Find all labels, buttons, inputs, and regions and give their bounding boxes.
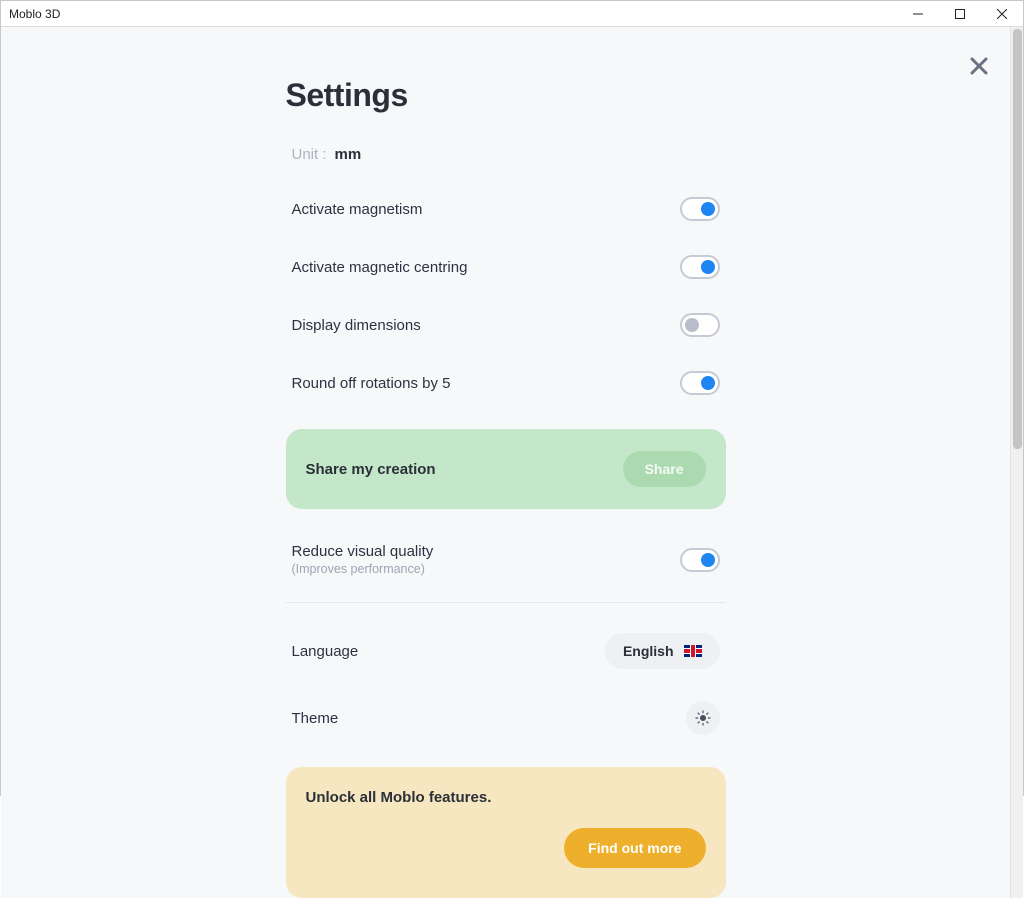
content-area: Settings Unit : mm Activate magnetism Ac… [1, 27, 1023, 898]
toggle-label: Activate magnetic centring [292, 259, 468, 276]
settings-panel-wrap: Settings Unit : mm Activate magnetism Ac… [1, 27, 1010, 898]
toggle-label: Activate magnetism [292, 201, 423, 218]
theme-select[interactable] [686, 701, 720, 735]
minimize-button[interactable] [897, 1, 939, 27]
close-icon [997, 9, 1007, 19]
toggle-knob [685, 318, 699, 332]
toggle-reduce-quality-row: Reduce visual quality (Improves performa… [286, 543, 726, 576]
language-label: Language [292, 643, 359, 660]
page-title: Settings [286, 77, 726, 114]
scrollbar-thumb[interactable] [1013, 29, 1022, 449]
unlock-card: Unlock all Moblo features. Find out more [286, 767, 726, 898]
toggle-knob [701, 376, 715, 390]
toggle-dimensions-row: Display dimensions [286, 313, 726, 337]
share-title: Share my creation [306, 461, 436, 478]
toggle-sublabel: (Improves performance) [292, 562, 434, 576]
close-panel-button[interactable] [970, 57, 988, 80]
toggle-round-rotations[interactable] [680, 371, 720, 395]
vertical-scrollbar[interactable] [1010, 27, 1023, 898]
share-button[interactable]: Share [623, 451, 706, 487]
language-row: Language English [286, 633, 726, 669]
language-value: English [623, 643, 674, 659]
close-window-button[interactable] [981, 1, 1023, 27]
toggle-knob [701, 553, 715, 567]
toggle-dimensions[interactable] [680, 313, 720, 337]
minimize-icon [913, 9, 923, 19]
toggle-round-rotations-row: Round off rotations by 5 [286, 371, 726, 395]
toggle-label: Reduce visual quality [292, 543, 434, 560]
maximize-button[interactable] [939, 1, 981, 27]
sun-icon [695, 710, 711, 726]
uk-flag-icon [684, 645, 702, 657]
toggle-centring-row: Activate magnetic centring [286, 255, 726, 279]
titlebar: Moblo 3D [1, 1, 1023, 27]
settings-panel: Settings Unit : mm Activate magnetism Ac… [286, 77, 726, 898]
language-select[interactable]: English [605, 633, 720, 669]
unlock-title: Unlock all Moblo features. [306, 789, 706, 806]
toggle-reduce-quality[interactable] [680, 548, 720, 572]
theme-label: Theme [292, 710, 339, 727]
unit-label: Unit : [292, 146, 327, 163]
toggle-label: Display dimensions [292, 317, 421, 334]
share-card: Share my creation Share [286, 429, 726, 509]
toggle-magnetism-row: Activate magnetism [286, 197, 726, 221]
find-out-more-button[interactable]: Find out more [564, 828, 705, 868]
toggle-label: Round off rotations by 5 [292, 375, 451, 392]
window-title: Moblo 3D [9, 7, 60, 21]
theme-row: Theme [286, 701, 726, 735]
toggle-knob [701, 260, 715, 274]
toggle-magnetism[interactable] [680, 197, 720, 221]
window-controls [897, 1, 1023, 27]
unit-row[interactable]: Unit : mm [286, 146, 726, 163]
maximize-icon [955, 9, 965, 19]
toggle-knob [701, 202, 715, 216]
divider [286, 602, 726, 603]
unit-value: mm [335, 146, 362, 163]
toggle-centring[interactable] [680, 255, 720, 279]
toggle-label-block: Reduce visual quality (Improves performa… [292, 543, 434, 576]
app-window: Moblo 3D Settings [0, 0, 1024, 796]
close-icon [970, 57, 988, 75]
